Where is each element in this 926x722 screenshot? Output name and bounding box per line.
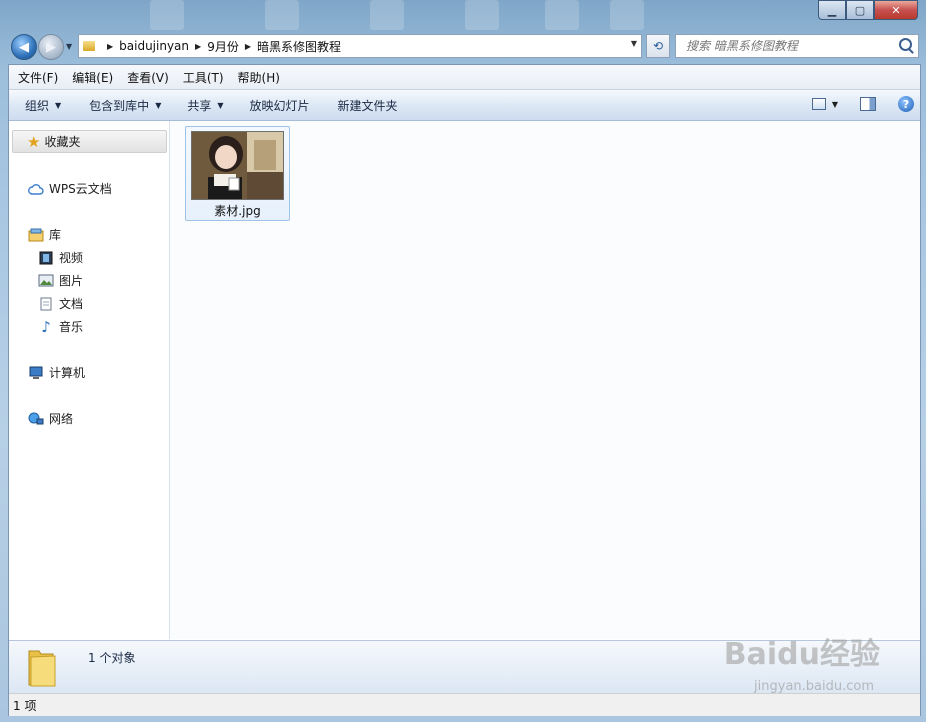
close-button[interactable]: ✕ <box>874 0 918 20</box>
status-bar: 1 项 <box>9 693 920 716</box>
menu-view[interactable]: 查看(V) <box>122 69 174 86</box>
document-icon <box>38 297 54 311</box>
menu-help[interactable]: 帮助(H) <box>233 69 285 86</box>
chevron-right-icon[interactable]: ▶ <box>245 42 251 51</box>
folder-icon <box>27 647 57 687</box>
folder-icon <box>83 41 95 51</box>
status-item-count: 1 项 <box>13 698 37 713</box>
command-bar: 组织 ▼ 包含到库中 ▼ 共享 ▼ 放映幻灯片 新建文件夹 ▼ ? <box>9 90 920 121</box>
watermark-url: jingyan.baidu.com <box>754 679 874 694</box>
include-in-library-button[interactable]: 包含到库中 ▼ <box>79 97 171 114</box>
details-pane: 1 个对象 Baidu经验 jingyan.baidu.com <box>9 637 920 694</box>
nav-favorites[interactable]: ★ 收藏夹 <box>12 130 167 153</box>
nav-pictures-label: 图片 <box>59 274 84 288</box>
star-icon: ★ <box>27 132 41 151</box>
library-icon <box>28 228 44 242</box>
breadcrumb-item[interactable]: 暗黑系修图教程 <box>257 38 341 55</box>
refresh-icon: ⟲ <box>652 39 664 53</box>
menu-bar: 文件(F) 编辑(E) 查看(V) 工具(T) 帮助(H) <box>9 65 920 90</box>
menu-file[interactable]: 文件(F) <box>13 69 63 86</box>
nav-documents[interactable]: 文档 <box>38 295 83 312</box>
search-box[interactable] <box>675 34 919 58</box>
address-bar[interactable]: ▶ baidujinyan ▶ 9月份 ▶ 暗黑系修图教程 ▼ <box>78 34 642 58</box>
nav-music[interactable]: ♪ 音乐 <box>38 317 84 336</box>
chevron-down-icon: ▼ <box>217 100 224 110</box>
toolbar-right-group: ▼ ? <box>800 96 914 112</box>
watermark-logo: Baidu经验 <box>723 637 880 672</box>
music-note-icon: ♪ <box>41 317 51 336</box>
change-view-icon[interactable] <box>811 98 826 110</box>
nav-pictures[interactable]: 图片 <box>38 272 83 289</box>
nav-wps-cloud[interactable]: WPS云文档 <box>28 180 112 197</box>
breadcrumb-item[interactable]: 9月份 <box>207 38 239 55</box>
nav-wps-cloud-label: WPS云文档 <box>49 182 112 196</box>
nav-videos[interactable]: 视频 <box>38 249 83 266</box>
nav-music-label: 音乐 <box>59 320 84 334</box>
include-in-library-label: 包含到库中 <box>89 98 150 113</box>
address-dropdown-icon[interactable]: ▼ <box>631 39 637 48</box>
share-label: 共享 <box>187 98 212 113</box>
minimize-button[interactable]: ▁ <box>818 0 846 20</box>
nav-computer-label: 计算机 <box>49 366 86 380</box>
cloud-icon <box>28 182 44 196</box>
computer-icon <box>28 366 44 380</box>
caption-buttons: ▁ ▢ ✕ <box>818 0 918 20</box>
search-input[interactable] <box>684 38 888 54</box>
nav-libraries-label: 库 <box>49 228 62 242</box>
help-icon[interactable]: ? <box>898 96 914 112</box>
item-count: 1 个对象 <box>88 651 136 665</box>
image-thumbnail <box>191 131 284 200</box>
nav-network[interactable]: 网络 <box>28 410 73 427</box>
search-icon[interactable] <box>899 38 912 51</box>
navigation-pane: ★ 收藏夹 WPS云文档 库 视频 图片 文档 ♪ 音乐 计算机 网络 <box>9 121 170 639</box>
nav-documents-label: 文档 <box>59 297 84 311</box>
organize-button[interactable]: 组织 ▼ <box>15 97 71 114</box>
nav-network-label: 网络 <box>49 412 74 426</box>
file-name: 素材.jpg <box>214 204 261 218</box>
video-icon <box>38 251 54 265</box>
network-icon <box>28 412 44 426</box>
nav-computer[interactable]: 计算机 <box>28 364 85 381</box>
chevron-down-icon: ▼ <box>55 100 62 110</box>
preview-pane-icon[interactable] <box>860 97 876 111</box>
breadcrumb-item[interactable]: baidujinyan <box>119 39 189 53</box>
menu-tools[interactable]: 工具(T) <box>178 69 229 86</box>
window-frame: ▁ ▢ ✕ ◀ ▶ ▼ ▶ baidujinyan ▶ 9月份 ▶ 暗黑系修图教… <box>0 0 926 722</box>
nav-libraries[interactable]: 库 <box>28 226 61 243</box>
new-folder-button[interactable]: 新建文件夹 <box>328 97 408 114</box>
navigation-bar: ◀ ▶ ▼ ▶ baidujinyan ▶ 9月份 ▶ 暗黑系修图教程 ▼ ⟲ <box>8 34 920 60</box>
refresh-button[interactable]: ⟲ <box>646 34 670 58</box>
forward-button[interactable]: ▶ <box>38 34 64 60</box>
picture-icon <box>38 274 54 288</box>
maximize-button[interactable]: ▢ <box>846 0 874 20</box>
file-item[interactable]: 素材.jpg <box>185 126 290 221</box>
chevron-right-icon[interactable]: ▶ <box>107 42 113 51</box>
nav-favorites-label: 收藏夹 <box>44 135 81 149</box>
organize-label: 组织 <box>25 98 50 113</box>
slideshow-button[interactable]: 放映幻灯片 <box>240 97 320 114</box>
explorer-body: 文件(F) 编辑(E) 查看(V) 工具(T) 帮助(H) 组织 ▼ 包含到库中 ▼… <box>8 64 921 716</box>
file-list[interactable]: 素材.jpg <box>170 121 920 639</box>
nav-videos-label: 视频 <box>59 251 84 265</box>
menu-edit[interactable]: 编辑(E) <box>67 69 118 86</box>
chevron-down-icon[interactable]: ▼ <box>832 100 838 109</box>
share-button[interactable]: 共享 ▼ <box>177 97 233 114</box>
recent-pages-dropdown-icon[interactable]: ▼ <box>66 42 72 51</box>
back-button[interactable]: ◀ <box>11 34 37 60</box>
chevron-right-icon[interactable]: ▶ <box>195 42 201 51</box>
chevron-down-icon: ▼ <box>155 100 162 110</box>
